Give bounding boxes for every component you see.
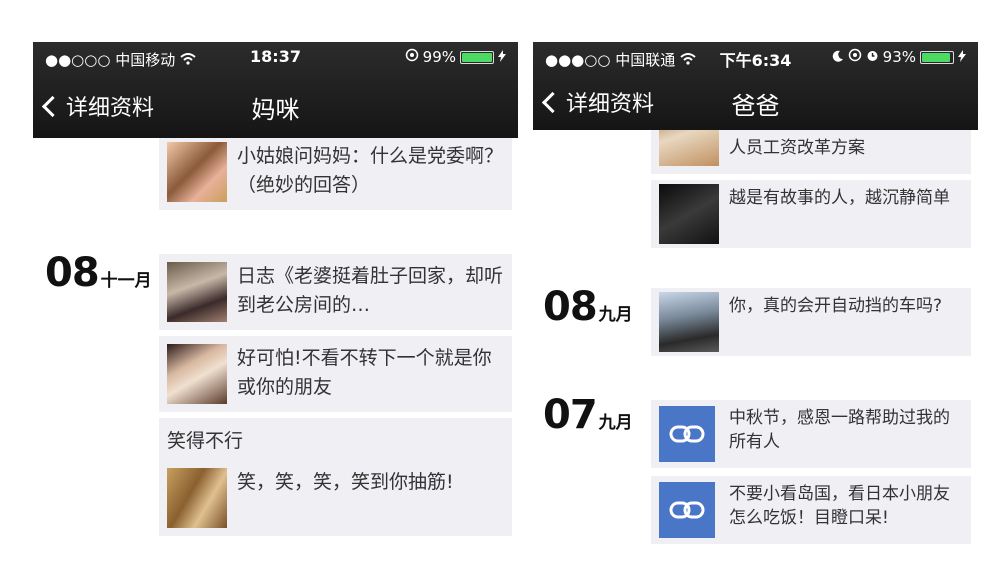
post-text: 中秋节，感恩一路帮助过我的所有人 [729,408,950,452]
list-item[interactable]: 笑得不行 笑，笑，笑，笑到你抽筋! [159,418,512,536]
charging-bolt-icon [498,48,506,66]
status-bar: ●●●○○ 中国联通 下午6:34 93% [533,42,978,72]
post-text: 不要小看岛国，看日本小朋友怎么吃饭！目瞪口呆! [729,484,950,528]
date-month: 十一月 [100,271,152,291]
list-item[interactable]: 中秋节，感恩一路帮助过我的所有人 [651,400,971,468]
post-thumbnail [659,184,719,244]
nav-bar: 详细资料 爸爸 [533,82,978,122]
post-text: 越是有故事的人，越沉静简单 [729,188,950,208]
moon-icon [832,48,844,66]
page-title: 妈咪 [251,96,300,124]
date-label: 07 九月 [543,392,633,438]
top-bar: ●●●○○ 中国联通 下午6:34 93% 详细资料 爸爸 [533,42,978,130]
date-label: 08 十一月 [45,250,152,296]
top-bar: ●●○○○ 中国移动 18:37 99% 详细资料 妈咪 [33,42,518,138]
page-title: 爸爸 [731,92,780,120]
list-item[interactable]: 日志《老婆挺着肚子回家，却听到老公房间的… [159,254,512,330]
right-phone-screen: 人员工资改革方案 ●●●○○ 中国联通 下午6:34 93% 详细资料 爸爸 越… [533,42,978,547]
date-day: 08 [45,250,100,296]
post-caption: 笑得不行 [167,430,244,452]
rotation-lock-icon [405,48,419,66]
list-item[interactable]: 越是有故事的人，越沉静简单 [651,180,971,248]
post-text: 笑，笑，笑，笑到你抽筋! [237,471,454,493]
charging-bolt-icon [958,48,966,66]
post-text: 好可怕!不看不转下一个就是你或你的朋友 [237,347,492,398]
list-item[interactable]: 你，真的会开自动挡的车吗? [651,288,971,356]
left-phone-screen: ●●○○○ 中国移动 18:37 99% 详细资料 妈咪 小姑娘问妈妈：什么是党… [33,42,518,547]
post-text: 日志《老婆挺着肚子回家，却听到老公房间的… [237,265,504,316]
post-text: 小姑娘问妈妈：什么是党委啊？（绝妙的回答） [237,145,504,196]
post-text: 人员工资改革方案 [729,138,865,158]
list-item[interactable]: 好可怕!不看不转下一个就是你或你的朋友 [159,336,512,412]
battery-icon [460,50,494,64]
status-right: 93% [832,48,966,66]
post-thumbnail [167,142,227,202]
battery-percent: 99% [422,48,456,66]
post-thumbnail [167,344,227,404]
nav-bar: 详细资料 妈咪 [33,86,518,126]
alarm-clock-icon [866,48,879,66]
status-right: 99% [405,48,506,66]
status-bar: ●●○○○ 中国移动 18:37 99% [33,42,518,72]
link-icon [659,406,715,462]
post-thumbnail [167,262,227,322]
battery-percent: 93% [882,48,916,66]
link-icon [659,482,715,538]
list-item[interactable]: 小姑娘问妈妈：什么是党委啊？（绝妙的回答） [159,138,512,210]
date-month: 九月 [598,305,633,325]
date-day: 08 [543,284,598,330]
rotation-lock-icon [848,48,862,66]
date-label: 08 九月 [543,284,633,330]
date-month: 九月 [598,413,633,433]
post-thumbnail [167,468,227,528]
list-item[interactable]: 不要小看岛国，看日本小朋友怎么吃饭！目瞪口呆! [651,476,971,544]
post-thumbnail [659,292,719,352]
battery-icon [920,50,954,64]
date-day: 07 [543,392,598,438]
post-text: 你，真的会开自动挡的车吗? [729,296,943,316]
